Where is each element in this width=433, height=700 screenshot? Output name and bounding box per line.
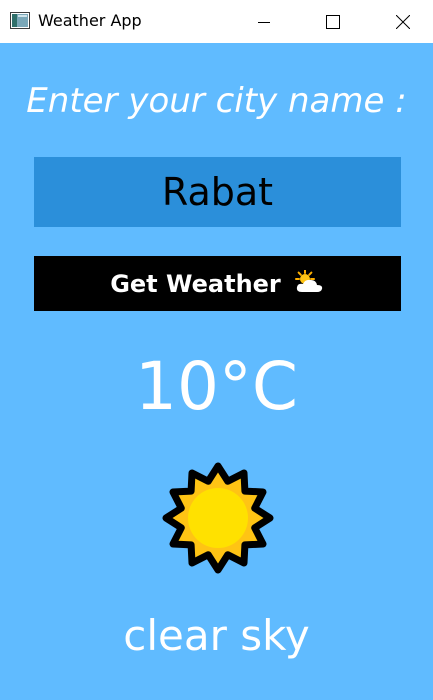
temperature-label: 10°C — [134, 348, 299, 425]
maximize-icon — [326, 14, 340, 29]
weather-description: clear sky — [123, 611, 310, 660]
city-prompt-label: Enter your city name : — [26, 81, 407, 121]
window-title: Weather App — [38, 11, 142, 30]
get-weather-label: Get Weather — [110, 269, 281, 298]
weather-app-window: Weather App Enter your city name : Get W… — [0, 0, 433, 700]
sun-behind-cloud-icon — [293, 268, 325, 298]
title-bar[interactable]: Weather App — [0, 0, 433, 43]
city-input[interactable] — [34, 157, 401, 227]
close-icon — [396, 14, 410, 29]
minimize-button[interactable] — [241, 0, 287, 43]
app-content: Enter your city name : Get Weather — [0, 43, 433, 700]
sun-icon — [160, 460, 276, 576]
window-app-icon — [10, 12, 30, 29]
minimize-icon — [258, 16, 270, 28]
maximize-button[interactable] — [310, 0, 356, 43]
get-weather-button[interactable]: Get Weather — [34, 256, 401, 311]
close-button[interactable] — [380, 0, 426, 43]
